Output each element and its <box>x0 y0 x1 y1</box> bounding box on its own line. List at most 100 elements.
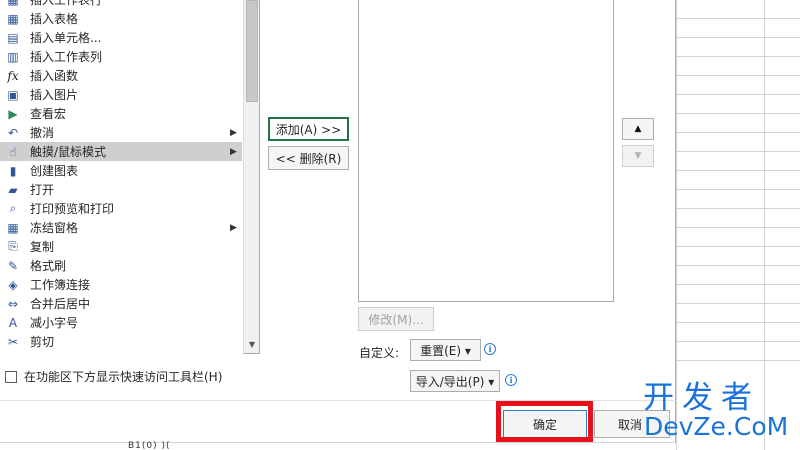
move-up-button[interactable]: ▲ <box>622 118 654 140</box>
list-item[interactable]: ▰ 打开 <box>0 180 242 199</box>
list-item[interactable]: ⎘ 复制 <box>0 237 242 256</box>
copy-icon: ⎘ <box>8 239 18 253</box>
submenu-arrow-icon: ▶ <box>230 222 237 233</box>
grid-row-line <box>676 151 800 152</box>
remove-button[interactable]: << 删除(R) <box>268 146 349 170</box>
list-item[interactable]: ▤ 插入单元格... <box>0 28 242 47</box>
list-item-label: 触摸/鼠标模式 <box>30 145 107 159</box>
import-export-dropdown-button[interactable]: 导入/导出(P) ▾ <box>410 370 500 392</box>
list-item[interactable]: ▣ 插入图片 <box>0 85 242 104</box>
list-item-label: 工作簿连接 <box>30 278 91 292</box>
merge-center-icon: ⇔ <box>7 296 19 311</box>
list-item-label: 复制 <box>30 240 55 254</box>
list-item-label: 合并后居中 <box>30 297 91 311</box>
grid-row-line <box>676 303 800 304</box>
add-button[interactable]: 添加(A) >> <box>268 117 349 141</box>
show-below-ribbon-label: 在功能区下方显示快速访问工具栏(H) <box>24 370 223 384</box>
list-item[interactable]: ▥ 插入工作表列 <box>0 47 242 66</box>
commands-list-scrollbar[interactable]: ▼ <box>243 0 260 354</box>
grid-row-line <box>676 75 800 76</box>
scrollbar-thumb[interactable] <box>246 0 258 102</box>
grid-row-line <box>676 170 800 171</box>
grid-row-line <box>676 360 800 361</box>
grid-row-line <box>676 132 800 133</box>
font-decrease-icon: A <box>8 315 18 330</box>
list-item-label: 插入函数 <box>30 69 79 83</box>
chart-icon: ▮ <box>9 163 17 178</box>
show-below-ribbon-option[interactable]: 在功能区下方显示快速访问工具栏(H) <box>5 368 222 385</box>
list-item[interactable]: ⌕ 打印预览和打印 <box>0 199 242 218</box>
list-item[interactable]: fx 插入函数 <box>0 66 242 85</box>
scroll-down-arrow-icon[interactable]: ▼ <box>244 336 260 353</box>
list-item[interactable]: ↶ 撤消 ▶ <box>0 123 242 142</box>
modify-button[interactable]: 修改(M)... <box>358 307 434 331</box>
list-item-label: 打印预览和打印 <box>30 202 115 216</box>
info-icon: i <box>505 374 517 386</box>
undo-icon: ↶ <box>7 125 19 140</box>
list-item-label: 插入工作表行 <box>30 0 103 7</box>
grid-row-line <box>676 94 800 95</box>
list-item-label: 撤消 <box>30 126 55 140</box>
info-icon: i <box>484 343 496 355</box>
list-item[interactable]: ◈ 工作簿连接 <box>0 275 242 294</box>
touch-mode-icon: ☝ <box>9 144 17 159</box>
insert-columns-icon: ▥ <box>7 49 19 64</box>
list-item[interactable]: ▦ 冻结窗格 ▶ <box>0 218 242 237</box>
insert-cells-icon: ▤ <box>7 30 19 45</box>
list-item-label: 插入图片 <box>30 88 79 102</box>
list-item[interactable]: ⇣ 降序排序 <box>0 351 242 355</box>
list-item[interactable]: ▮ 创建图表 <box>0 161 242 180</box>
grid-row-line <box>676 322 800 323</box>
list-item-label: 打开 <box>30 183 55 197</box>
list-item[interactable]: ✎ 格式刷 <box>0 256 242 275</box>
list-item-label: 减小字号 <box>30 316 79 330</box>
grid-row-line <box>676 227 800 228</box>
macro-play-icon: ▶ <box>8 106 18 121</box>
list-item-label: 查看宏 <box>30 107 67 121</box>
freeze-panes-icon: ▦ <box>7 220 19 235</box>
triangle-up-icon: ▲ <box>634 124 642 134</box>
picture-icon: ▣ <box>7 87 19 102</box>
function-icon: fx <box>7 68 19 83</box>
list-item-label: 剪切 <box>30 335 55 349</box>
grid-row-line <box>676 18 800 19</box>
list-item-label: 创建图表 <box>30 164 79 178</box>
list-item-label: 插入单元格... <box>30 31 102 45</box>
list-item[interactable]: ⇔ 合并后居中 <box>0 294 242 313</box>
grid-row-line <box>676 37 800 38</box>
reset-dropdown-button[interactable]: 重置(E) ▾ <box>410 339 481 361</box>
folder-open-icon: ▰ <box>8 182 18 197</box>
table-icon: ▦ <box>7 11 19 26</box>
grid-row-line <box>676 284 800 285</box>
list-item-label: 降序排序 <box>30 352 78 354</box>
format-painter-icon: ✎ <box>7 258 19 273</box>
grid-column-line <box>764 0 765 450</box>
show-below-ribbon-checkbox[interactable] <box>5 370 17 383</box>
grid-row-line <box>676 113 800 114</box>
grid-row-line <box>676 341 800 342</box>
toolbar-commands-list[interactable] <box>358 0 614 302</box>
list-item[interactable]: ☝ 触摸/鼠标模式 ▶ <box>0 142 242 161</box>
grid-row-line <box>676 189 800 190</box>
cell-text-fragment: B1(0) )( <box>128 441 171 450</box>
grid-row-line <box>676 246 800 247</box>
list-item[interactable]: ▦ 插入表格 <box>0 9 242 28</box>
move-down-button[interactable]: ▼ <box>622 145 654 167</box>
submenu-arrow-icon: ▶ <box>230 146 237 157</box>
highlight-box <box>496 401 593 442</box>
grid-row-line <box>676 208 800 209</box>
customize-qat-dialog: ▦ 插入工作表行 ▦ 插入表格 ▤ 插入单元格... ▥ 插入工作表列 fx 插入函数 ▣ 插入图片 ▶… <box>0 0 676 450</box>
commands-list[interactable]: ▦ 插入工作表行 ▦ 插入表格 ▤ 插入单元格... ▥ 插入工作表列 fx 插入函数 ▣ 插入图片 ▶… <box>0 0 242 354</box>
submenu-arrow-icon: ▶ <box>230 127 237 138</box>
list-item[interactable]: ✂ 剪切 <box>0 332 242 351</box>
grid-row-line <box>676 265 800 266</box>
list-item-label: 格式刷 <box>30 259 67 273</box>
cut-icon: ✂ <box>7 334 19 349</box>
list-item[interactable]: ▦ 插入工作表行 <box>0 0 242 9</box>
print-preview-icon: ⌕ <box>9 201 17 215</box>
list-item[interactable]: A 减小字号 <box>0 313 242 332</box>
list-item[interactable]: ▶ 查看宏 <box>0 104 242 123</box>
custom-label: 自定义: <box>359 346 400 360</box>
insert-rows-icon: ▦ <box>2 0 24 9</box>
sort-icon: ⇣ <box>2 352 24 355</box>
